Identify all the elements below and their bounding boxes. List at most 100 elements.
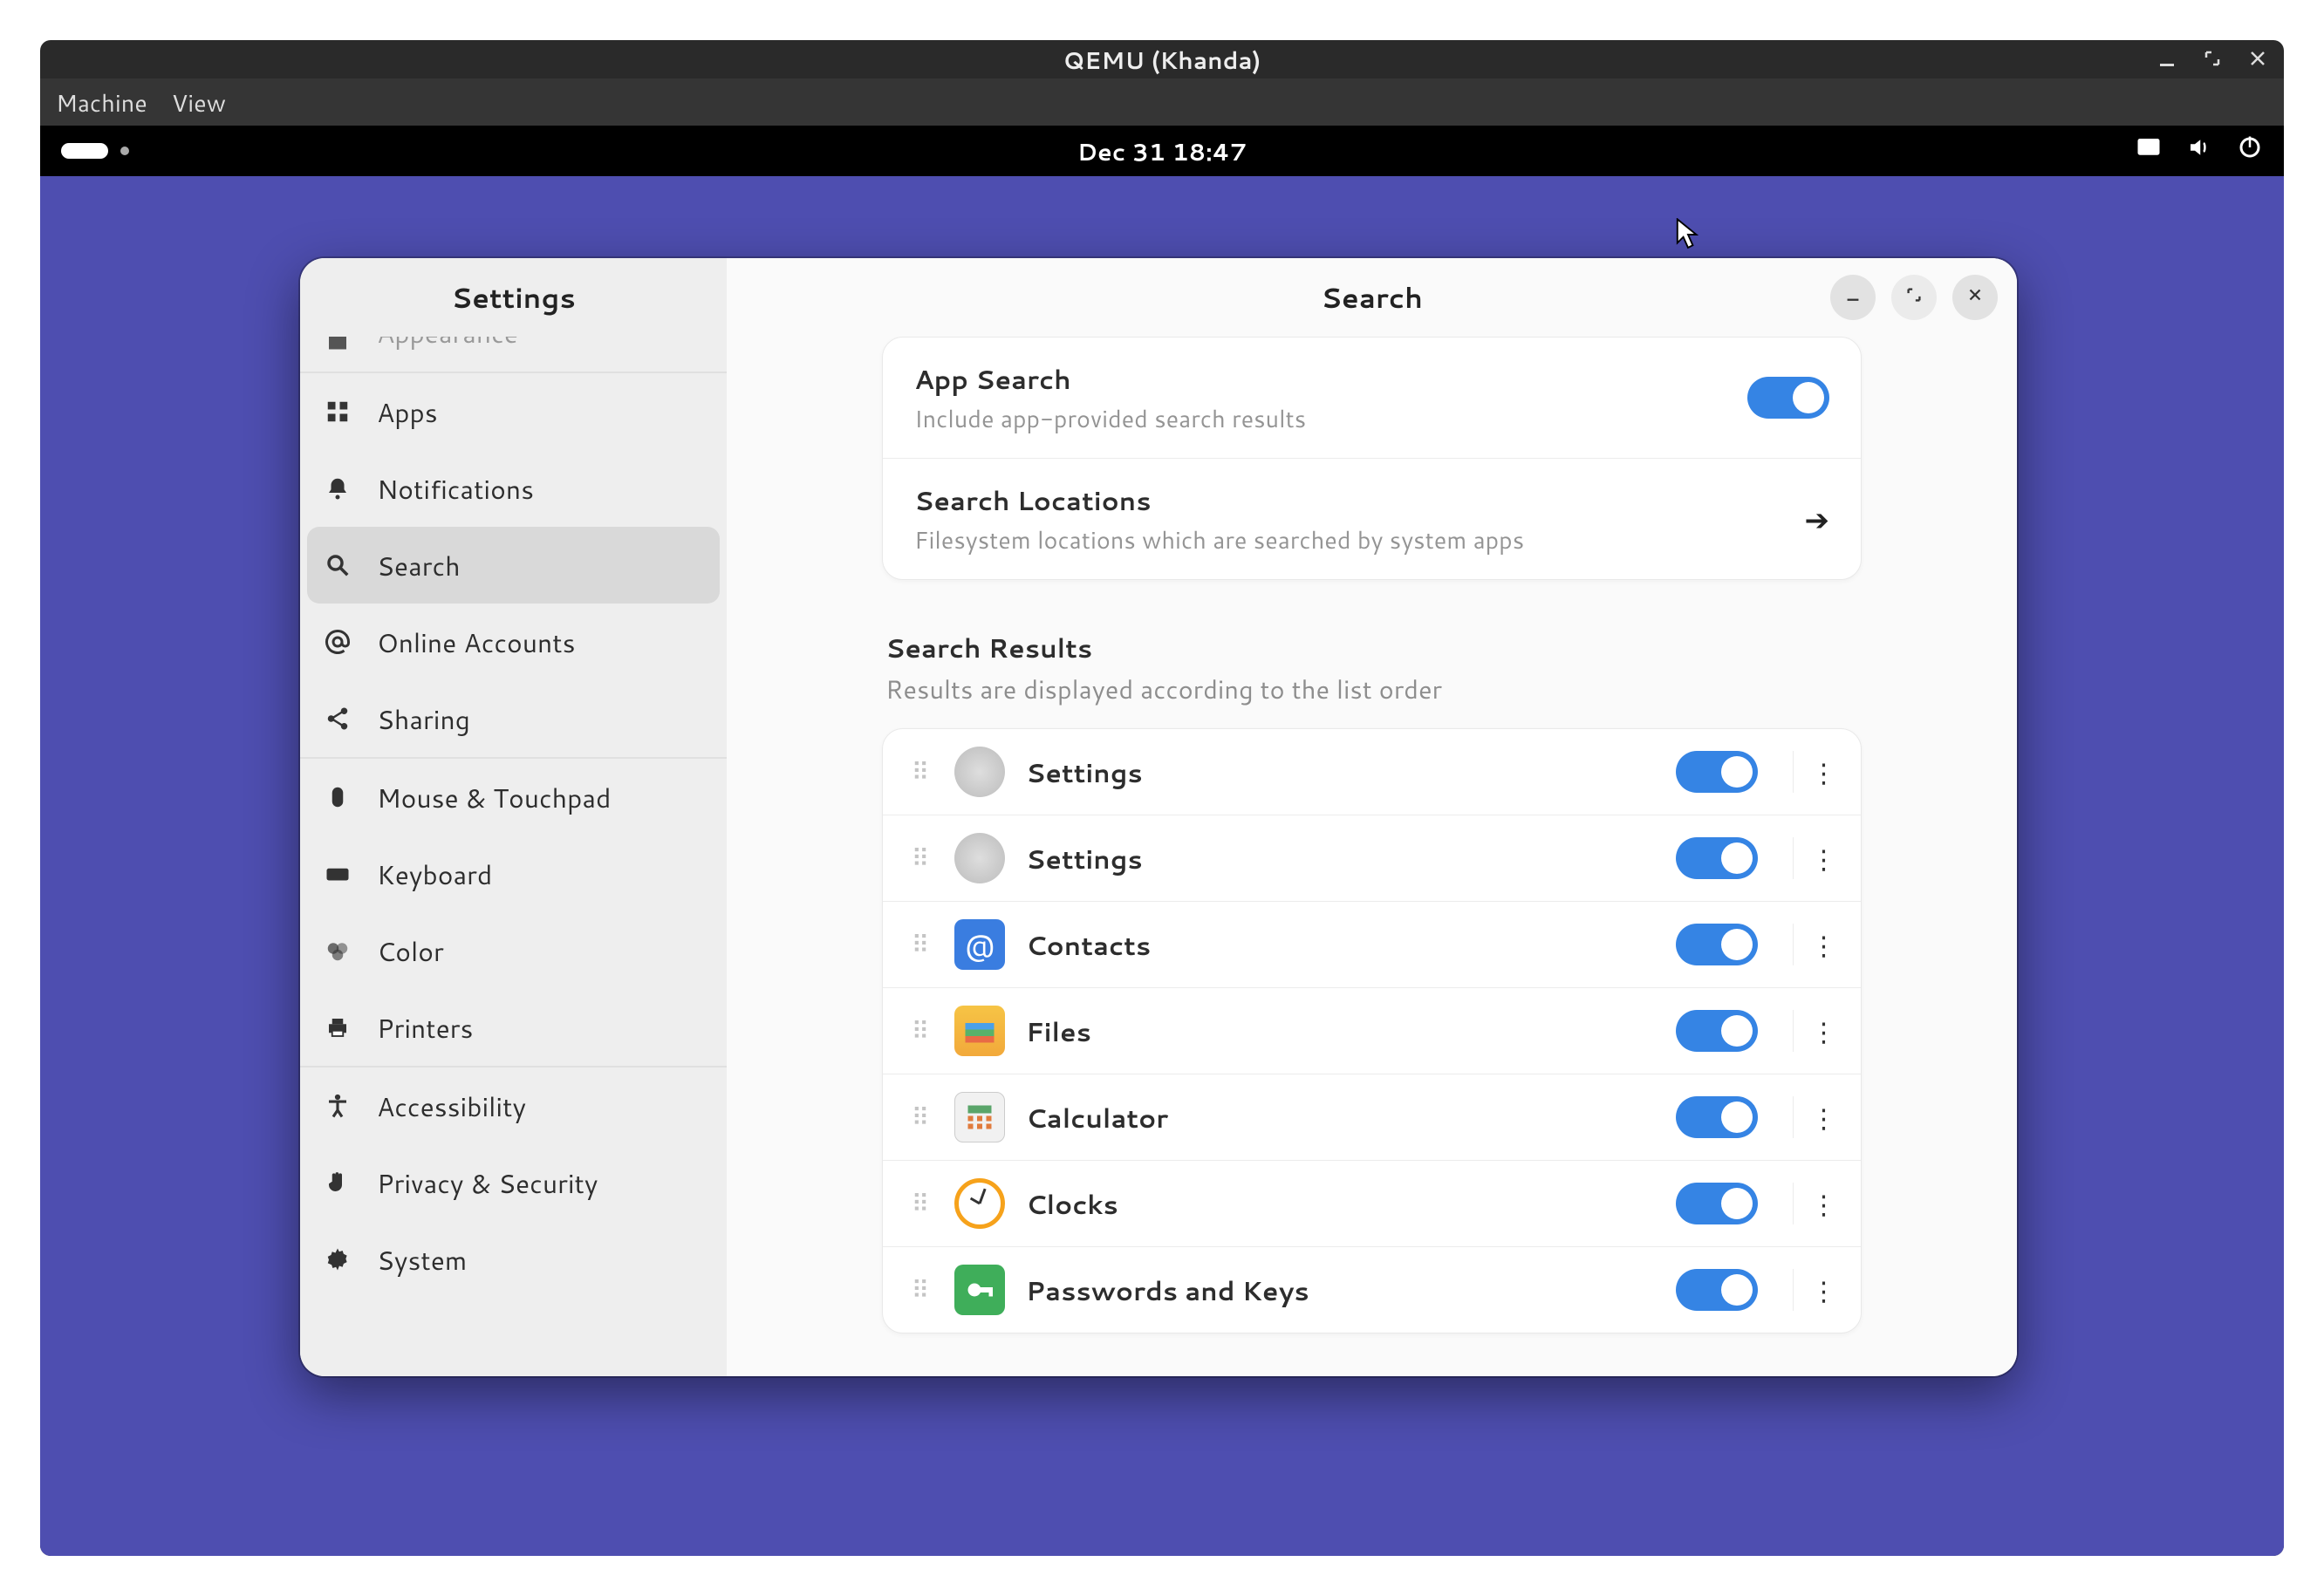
sidebar-item-label: System bbox=[377, 1241, 467, 1279]
minimize-icon[interactable] bbox=[2157, 43, 2177, 77]
qemu-menu-machine[interactable]: Machine bbox=[56, 85, 147, 119]
list-item-toggle[interactable] bbox=[1676, 837, 1758, 879]
color-icon bbox=[323, 936, 352, 965]
printer-icon bbox=[323, 1013, 352, 1042]
sidebar-item-label: Sharing bbox=[377, 700, 470, 738]
sidebar-item-color[interactable]: Color bbox=[300, 912, 727, 989]
list-item[interactable]: ⠿ Files ⋮ bbox=[883, 987, 1861, 1074]
bell-icon bbox=[323, 474, 352, 503]
list-item-label: Contacts bbox=[1026, 926, 1655, 964]
sidebar-item-label: Mouse & Touchpad bbox=[377, 779, 611, 816]
search-results-list: ⠿ Settings ⋮ ⠿ Settings bbox=[882, 728, 1862, 1333]
list-item-more-button[interactable]: ⋮ bbox=[1793, 924, 1835, 965]
accessibility-icon bbox=[323, 1091, 352, 1121]
list-item[interactable]: ⠿ Clocks ⋮ bbox=[883, 1160, 1861, 1246]
kebab-icon: ⋮ bbox=[1811, 1185, 1837, 1223]
window-maximize-button[interactable] bbox=[1891, 275, 1937, 320]
appearance-icon bbox=[323, 337, 352, 358]
kebab-icon: ⋮ bbox=[1811, 1272, 1837, 1309]
at-icon bbox=[323, 627, 352, 657]
list-item-toggle[interactable] bbox=[1676, 924, 1758, 965]
list-item-more-button[interactable]: ⋮ bbox=[1793, 1183, 1835, 1224]
list-item-toggle[interactable] bbox=[1676, 751, 1758, 793]
app-search-row[interactable]: App Search Include app-provided search r… bbox=[883, 338, 1861, 458]
cursor-icon bbox=[1676, 218, 1700, 256]
sidebar-item-mouse[interactable]: Mouse & Touchpad bbox=[300, 759, 727, 836]
list-item-toggle[interactable] bbox=[1676, 1183, 1758, 1224]
sidebar-item-privacy[interactable]: Privacy & Security bbox=[300, 1144, 727, 1221]
clocks-app-icon bbox=[954, 1178, 1005, 1229]
status-area[interactable] bbox=[2136, 134, 2263, 168]
drag-handle-icon[interactable]: ⠿ bbox=[909, 841, 933, 876]
search-locations-row[interactable]: Search Locations Filesystem locations wh… bbox=[883, 458, 1861, 579]
qemu-menu-view[interactable]: View bbox=[172, 85, 226, 119]
list-item-label: Clocks bbox=[1026, 1185, 1655, 1223]
list-item[interactable]: ⠿ Settings ⋮ bbox=[883, 815, 1861, 901]
window-minimize-button[interactable] bbox=[1830, 275, 1876, 320]
sidebar-item-appearance[interactable]: Appearance bbox=[300, 337, 727, 372]
gnome-topbar: Dec 31 18:47 bbox=[40, 126, 2284, 176]
sidebar-item-system[interactable]: System bbox=[300, 1221, 727, 1298]
sidebar-item-accessibility[interactable]: Accessibility bbox=[300, 1067, 727, 1144]
settings-sidebar: Settings Appearance Apps bbox=[300, 258, 727, 1376]
window-close-button[interactable] bbox=[1952, 275, 1998, 320]
list-item[interactable]: ⠿ Calculator ⋮ bbox=[883, 1074, 1861, 1160]
list-item[interactable]: ⠿ Settings ⋮ bbox=[883, 729, 1861, 815]
list-item-toggle[interactable] bbox=[1676, 1010, 1758, 1052]
section-title: Search Results bbox=[885, 629, 1862, 666]
list-item[interactable]: ⠿ Passwords and Keys ⋮ bbox=[883, 1246, 1861, 1333]
sidebar-item-search[interactable]: Search bbox=[307, 527, 720, 604]
list-item-more-button[interactable]: ⋮ bbox=[1793, 1010, 1835, 1052]
clock-label[interactable]: Dec 31 18:47 bbox=[40, 134, 2284, 168]
contacts-app-icon: @ bbox=[954, 919, 1005, 970]
files-app-icon bbox=[954, 1006, 1005, 1056]
primary-menu-button[interactable] bbox=[671, 277, 711, 317]
list-item-more-button[interactable]: ⋮ bbox=[1793, 1096, 1835, 1138]
sidebar-item-label: Notifications bbox=[377, 470, 534, 508]
sidebar-item-label: Keyboard bbox=[377, 856, 492, 893]
drag-handle-icon[interactable]: ⠿ bbox=[909, 1186, 933, 1221]
kebab-icon: ⋮ bbox=[1811, 1013, 1837, 1050]
section-subtitle: Results are displayed according to the l… bbox=[885, 672, 1862, 707]
list-item-toggle[interactable] bbox=[1676, 1096, 1758, 1138]
sidebar-item-label: Color bbox=[377, 932, 444, 970]
drag-handle-icon[interactable]: ⠿ bbox=[909, 754, 933, 789]
qemu-window: QEMU (Khanda) Machine View Dec 31 18:47 bbox=[0, 0, 2324, 1596]
sidebar-item-online-accounts[interactable]: Online Accounts bbox=[300, 604, 727, 680]
sidebar-title: Settings bbox=[356, 278, 671, 317]
sidebar-item-apps[interactable]: Apps bbox=[300, 373, 727, 450]
sidebar-item-notifications[interactable]: Notifications bbox=[300, 450, 727, 527]
list-item-more-button[interactable]: ⋮ bbox=[1793, 751, 1835, 793]
maximize-icon[interactable] bbox=[2202, 43, 2223, 77]
guest-viewport: Dec 31 18:47 Settings bbox=[40, 126, 2284, 1556]
kebab-icon: ⋮ bbox=[1811, 754, 1837, 791]
sidebar-item-printers[interactable]: Printers bbox=[300, 989, 727, 1066]
drag-handle-icon[interactable]: ⠿ bbox=[909, 1013, 933, 1048]
passwords-app-icon bbox=[954, 1265, 1005, 1315]
drag-handle-icon[interactable]: ⠿ bbox=[909, 1100, 933, 1135]
top-card: App Search Include app-provided search r… bbox=[882, 337, 1862, 580]
sidebar-item-label: Printers bbox=[377, 1009, 473, 1047]
search-button[interactable] bbox=[316, 277, 356, 317]
list-item-toggle[interactable] bbox=[1676, 1269, 1758, 1311]
qemu-titlebar[interactable]: QEMU (Khanda) bbox=[40, 40, 2284, 78]
app-search-toggle[interactable] bbox=[1747, 377, 1829, 419]
list-item[interactable]: ⠿ @ Contacts ⋮ bbox=[883, 901, 1861, 987]
drag-handle-icon[interactable]: ⠿ bbox=[909, 1272, 933, 1307]
keyboard-icon bbox=[323, 859, 352, 889]
drag-handle-icon[interactable]: ⠿ bbox=[909, 927, 933, 962]
sidebar-item-label: Apps bbox=[377, 393, 438, 431]
search-icon bbox=[323, 550, 352, 580]
settings-content[interactable]: App Search Include app-provided search r… bbox=[727, 337, 2017, 1376]
sidebar-list[interactable]: Appearance Apps Notifications bbox=[300, 337, 727, 1298]
power-icon bbox=[2237, 134, 2263, 168]
list-item-label: Files bbox=[1026, 1013, 1655, 1050]
close-icon[interactable] bbox=[2247, 43, 2268, 77]
sidebar-item-keyboard[interactable]: Keyboard bbox=[300, 836, 727, 912]
list-item-more-button[interactable]: ⋮ bbox=[1793, 837, 1835, 879]
activities-button[interactable] bbox=[61, 143, 129, 159]
sidebar-item-label: Privacy & Security bbox=[377, 1164, 598, 1202]
list-item-more-button[interactable]: ⋮ bbox=[1793, 1269, 1835, 1311]
mouse-icon bbox=[323, 782, 352, 812]
sidebar-item-sharing[interactable]: Sharing bbox=[300, 680, 727, 757]
